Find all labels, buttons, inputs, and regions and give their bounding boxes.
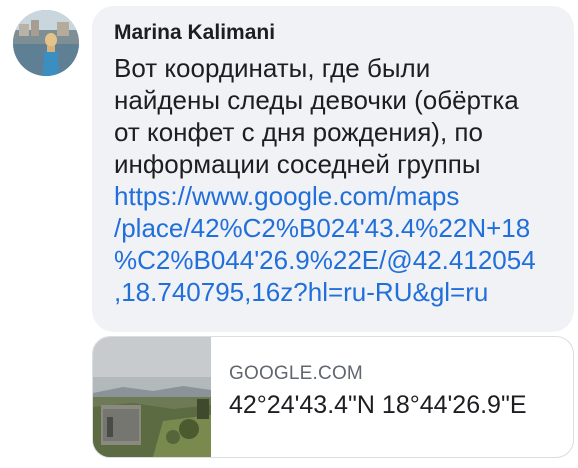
comment-text-line: от конфет с дня рождения), по <box>114 117 483 147</box>
maps-link[interactable]: /place/42%C2%B024'43.4%22N+18 <box>114 212 556 244</box>
link-preview-card[interactable]: GOOGLE.COM 42°24'43.4"N 18°44'26.9"E <box>92 336 574 458</box>
comment-bubble: Marina Kalimani Вот координаты, где были… <box>92 6 574 332</box>
maps-link[interactable]: ,18.740795,16z?hl=ru-RU&gl=ru <box>114 276 556 308</box>
landscape-photo <box>93 337 211 457</box>
maps-link[interactable]: %C2%B044'26.9%22E/@42.412054 <box>114 244 556 276</box>
link-preview-title[interactable]: 42°24'43.4"N 18°44'26.9"E <box>229 391 527 420</box>
maps-link[interactable]: https://www.google.com/maps <box>114 180 556 212</box>
sender-name[interactable]: Marina Kalimani <box>114 18 556 48</box>
avatar-photo <box>13 10 79 76</box>
avatar[interactable] <box>13 10 79 76</box>
comment-thread: Marina Kalimani Вот координаты, где были… <box>0 0 578 468</box>
comment-text-line: Вот координаты, где были <box>114 53 431 83</box>
comment-text: Вот координаты, где были найдены следы д… <box>114 52 556 308</box>
comment-text-line: информации соседней группы <box>114 149 481 179</box>
link-preview-domain: GOOGLE.COM <box>229 363 363 384</box>
link-preview-body: GOOGLE.COM 42°24'43.4"N 18°44'26.9"E <box>229 337 573 457</box>
comment-text-line: найдены следы девочки (обёртка <box>114 85 519 115</box>
link-preview-thumbnail <box>93 337 211 457</box>
